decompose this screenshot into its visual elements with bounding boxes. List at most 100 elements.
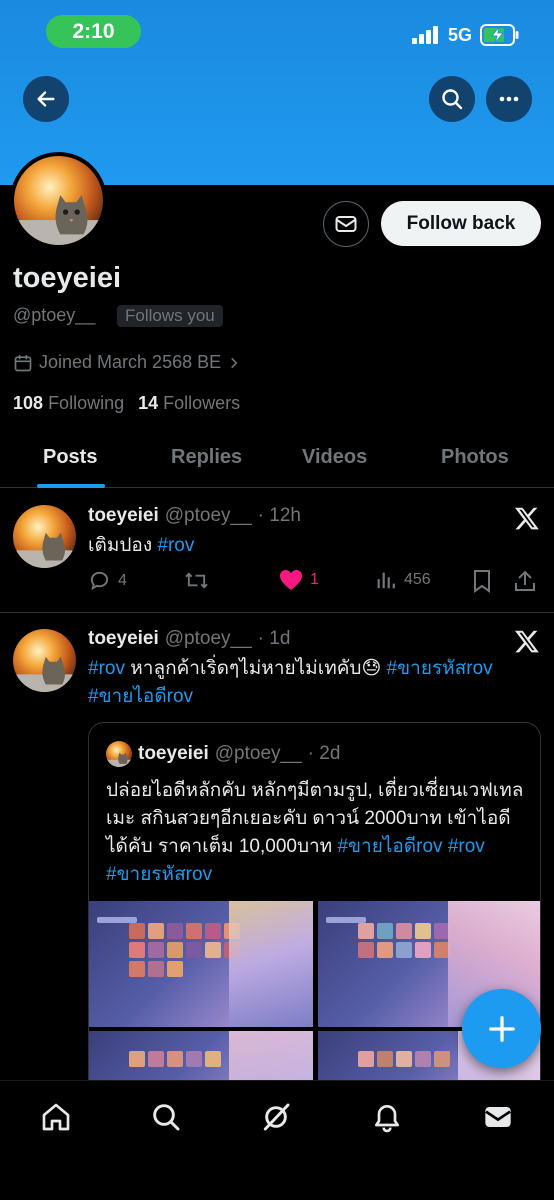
nav-grok[interactable] — [258, 1099, 294, 1135]
avatar-image — [13, 505, 76, 568]
post-header: toeyeiei @ptoey__ · 1d — [88, 628, 290, 650]
bookmark-icon[interactable] — [471, 569, 493, 593]
following-label: Following — [48, 393, 125, 413]
display-name: toeyeiei — [13, 262, 121, 294]
quote-text: ปล่อยไอดีหลักคับ หลักๆมีตามรูป, เตี่ยวเซ… — [106, 777, 531, 889]
post-author-handle: @ptoey__ — [164, 505, 252, 526]
hashtag-link[interactable]: #ขายไอดีrov — [337, 836, 442, 857]
tab-photos[interactable]: Photos — [441, 446, 509, 469]
quote-avatar — [106, 741, 132, 767]
signal-icon — [411, 26, 438, 44]
like-count: 1 — [310, 571, 319, 588]
status-time-text: 2:10 — [72, 19, 115, 43]
x-logo-icon — [514, 507, 539, 530]
share-icon[interactable] — [514, 569, 536, 593]
profile-avatar[interactable] — [10, 152, 107, 249]
post-actions: 4 1 456 — [88, 569, 538, 593]
avatar-image — [106, 741, 132, 767]
x-logo-icon — [514, 630, 539, 653]
status-time: 2:10 — [46, 15, 141, 48]
post-body: หาลูกค้าเริ่ดๆไม่หายไม่เทคับ — [124, 658, 362, 679]
reply-button[interactable]: 4 — [88, 569, 127, 592]
post-author-handle: @ptoey__ — [164, 628, 252, 649]
follow-counts: 108 Following 14 Followers — [13, 393, 240, 414]
more-icon — [499, 96, 519, 102]
hashtag-link[interactable]: #rov — [88, 658, 125, 679]
hashtag-link[interactable]: #ขายรหัสrov — [387, 658, 493, 679]
profile-handle: @ptoey__ — [13, 305, 96, 325]
message-button[interactable] — [323, 201, 369, 247]
joined-text: Joined March 2568 BE — [39, 352, 222, 372]
notifications-icon — [375, 1105, 399, 1133]
follow-back-label: Follow back — [406, 212, 516, 234]
active-tab-indicator — [37, 484, 105, 488]
quote-time: · 2d — [307, 743, 341, 764]
tab-posts[interactable]: Posts — [43, 446, 97, 469]
post-author-name[interactable]: toeyeiei — [88, 628, 159, 650]
emoji: 😓 — [361, 658, 382, 679]
hashtag-link[interactable]: #rov — [448, 836, 485, 857]
envelope-icon — [335, 216, 357, 232]
hashtag-link[interactable]: #ขายรหัสrov — [106, 864, 212, 885]
repost-icon — [185, 572, 208, 589]
more-options-button[interactable] — [486, 76, 532, 122]
bottom-navigation — [0, 1080, 554, 1200]
follow-back-button[interactable]: Follow back — [381, 201, 541, 246]
like-button[interactable]: 1 — [279, 569, 319, 591]
post-header: toeyeiei @ptoey__ · 12h — [88, 505, 301, 527]
followers-label: Followers — [163, 393, 241, 413]
post-avatar[interactable] — [13, 629, 76, 692]
plus-icon — [488, 1015, 515, 1042]
status-icons: 5G — [411, 24, 520, 46]
profile-tabs: Posts Replies Videos Photos — [0, 428, 554, 488]
avatar-image — [14, 156, 103, 245]
view-count: 456 — [404, 571, 431, 588]
reply-count: 4 — [118, 571, 127, 589]
search-icon — [442, 89, 463, 110]
post-author-name[interactable]: toeyeiei — [88, 505, 159, 527]
post-divider — [0, 612, 554, 613]
chevron-right-icon — [231, 357, 238, 368]
media-image[interactable] — [89, 901, 313, 1027]
repost-button[interactable] — [184, 569, 209, 592]
quote-author-name: toeyeiei — [138, 743, 209, 764]
post-body: เติมปอง — [88, 535, 153, 556]
post-time: · 1d — [257, 628, 291, 649]
battery-charging-icon — [480, 24, 519, 46]
nav-home[interactable] — [38, 1099, 74, 1135]
post-text: เติมปอง #rov — [88, 532, 194, 560]
hashtag-link[interactable]: #rov — [157, 535, 194, 556]
grok-icon — [263, 1103, 290, 1131]
views-icon — [377, 572, 395, 589]
search-button[interactable] — [429, 76, 475, 122]
back-button[interactable] — [23, 76, 69, 122]
followers-count: 14 — [138, 393, 159, 413]
network-label: 5G — [447, 24, 472, 45]
nav-search[interactable] — [148, 1099, 184, 1135]
back-arrow-icon — [37, 91, 55, 107]
nav-messages[interactable] — [480, 1099, 516, 1135]
tab-videos[interactable]: Videos — [302, 446, 367, 469]
follows-you-badge: Follows you — [117, 305, 223, 327]
calendar-icon — [14, 354, 32, 371]
quote-author-handle: @ptoey__ — [214, 743, 302, 764]
reply-icon — [90, 571, 109, 591]
joined-date[interactable]: Joined March 2568 BE — [13, 352, 241, 373]
following-link[interactable]: 108 Following — [13, 393, 124, 414]
quote-header: toeyeiei @ptoey__ · 2d — [106, 741, 340, 767]
search-icon — [153, 1104, 180, 1131]
followers-link[interactable]: 14 Followers — [138, 393, 240, 414]
messages-icon — [485, 1107, 511, 1127]
views-button[interactable]: 456 — [375, 569, 431, 591]
home-icon — [42, 1103, 70, 1131]
compose-button[interactable] — [462, 989, 541, 1068]
post-text: #rov หาลูกค้าเริ่ดๆไม่หายไม่เทคับ😓 #ขายร… — [88, 655, 540, 711]
hashtag-link[interactable]: #ขายไอดีrov — [88, 686, 193, 707]
nav-notifications[interactable] — [369, 1099, 405, 1135]
avatar-image — [13, 629, 76, 692]
following-count: 108 — [13, 393, 44, 413]
post-time: · 12h — [257, 505, 301, 526]
follows-you-text: Follows you — [125, 306, 215, 325]
post-avatar[interactable] — [13, 505, 76, 568]
tab-replies[interactable]: Replies — [171, 446, 242, 469]
